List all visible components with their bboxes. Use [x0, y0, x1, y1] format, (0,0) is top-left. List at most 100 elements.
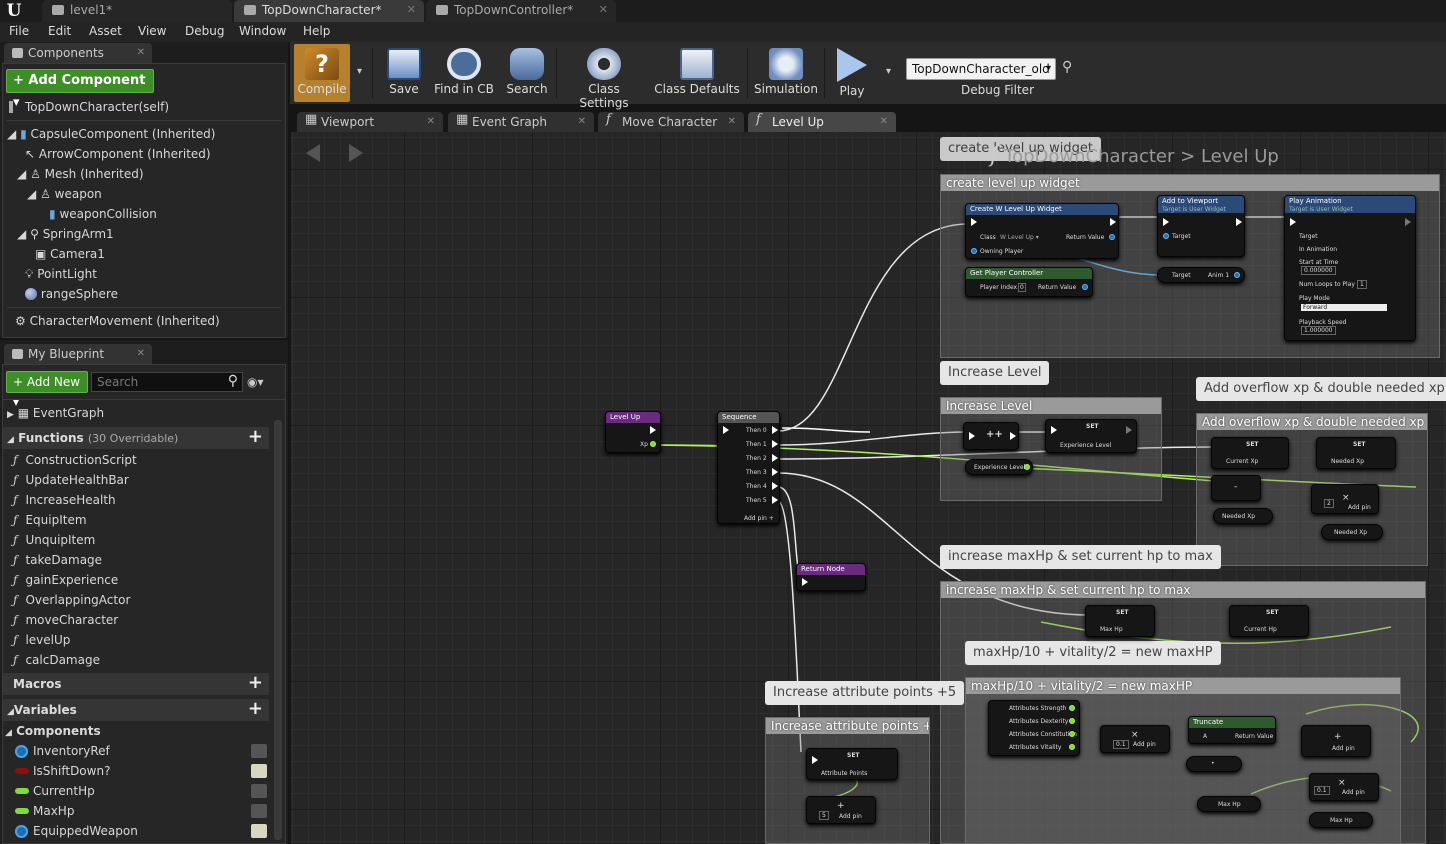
node-multiply-small[interactable]: • — [1186, 756, 1242, 772]
node-get-max-hp-2[interactable]: Max Hp — [1309, 812, 1373, 828]
functions-section[interactable]: ◢ Functions (30 Overridable) + — [3, 427, 269, 449]
simulation-button[interactable]: Simulation — [754, 44, 818, 102]
data-pin[interactable] — [1069, 731, 1075, 737]
add-function-plus-icon[interactable]: + — [248, 427, 263, 447]
find-in-cb-button[interactable]: Find in CB — [432, 44, 496, 102]
debug-search-icon[interactable]: ⚲ — [1062, 59, 1072, 75]
exec-in-pin[interactable] — [812, 756, 818, 764]
scrollbar[interactable] — [274, 420, 282, 840]
function-item[interactable]: ƒ OverlappingActor — [13, 591, 130, 609]
menu-window[interactable]: Window — [239, 24, 286, 38]
close-icon[interactable]: ✕ — [578, 112, 586, 132]
tab-my-blueprint[interactable]: My Blueprint ✕ — [4, 344, 152, 364]
variable-item[interactable]: IsShiftDown? — [33, 762, 110, 780]
exec-out-pin[interactable] — [1126, 426, 1132, 434]
variable-item[interactable]: EquippedWeapon — [33, 822, 138, 840]
node-subtract[interactable]: - — [1211, 475, 1261, 501]
tree-item-rangesphere[interactable]: rangeSphere — [25, 285, 118, 303]
class-settings-button[interactable]: Class Settings — [562, 44, 646, 110]
node-attributes[interactable]: Attributes Strength Attributes Dexterity A… — [988, 700, 1080, 756]
close-icon[interactable]: ✕ — [880, 112, 888, 132]
node-get-max-hp[interactable]: Max Hp — [1197, 796, 1261, 812]
tab-level-up[interactable]: f Level Up ✕ — [748, 112, 896, 132]
close-icon[interactable]: ✕ — [728, 112, 736, 132]
play-dropdown-icon[interactable]: ▾ — [886, 66, 891, 77]
graph-canvas[interactable]: create level up widget create level up w… — [291, 132, 1446, 844]
tree-item-arrow[interactable]: ↖ ArrowComponent (Inherited) — [25, 145, 211, 163]
function-item[interactable]: ƒ moveCharacter — [13, 611, 118, 629]
node-create-widget[interactable]: Create W Level Up Widget Class W Level U… — [965, 203, 1119, 259]
doc-tab-topdowncontroller[interactable]: TopDownController* ✕ — [426, 0, 616, 22]
visibility-eye-icon[interactable]: ◉▾ — [247, 375, 264, 389]
add-pin-label[interactable]: Add pin — [1133, 741, 1156, 748]
node-set-max-hp[interactable]: SET Max Hp — [1085, 605, 1155, 637]
add-pin-label[interactable]: Add pin — [1342, 789, 1365, 796]
node-truncate[interactable]: Truncate A Return Value — [1188, 716, 1276, 744]
exec-out-pin[interactable] — [1010, 432, 1016, 440]
object-pin[interactable] — [971, 248, 977, 254]
menu-view[interactable]: View — [138, 24, 166, 38]
tree-item-mesh[interactable]: ◢ ♙ Mesh (Inherited) — [17, 165, 144, 183]
add-pin-label[interactable]: Add pin + — [744, 515, 774, 522]
exec-in-pin[interactable] — [1051, 426, 1057, 434]
save-button[interactable]: Save — [380, 44, 428, 102]
compile-button[interactable]: ? Compile — [294, 44, 350, 102]
node-level-up-entry[interactable]: Level Up Xp — [605, 411, 661, 453]
breadcrumb-root[interactable]: TopDownCharacter — [1004, 146, 1174, 167]
function-item[interactable]: ƒ takeDamage — [13, 551, 102, 569]
exec-in-pin[interactable] — [802, 578, 808, 586]
comment-bubble-overflow[interactable]: Add overflow xp & double needed xp — [1196, 377, 1446, 401]
node-get-player-controller[interactable]: Get Player Controller Player Index 0 Ret… — [965, 267, 1093, 297]
exec-in-pin[interactable] — [1163, 218, 1169, 226]
components-category[interactable]: ◢ Components — [5, 722, 101, 742]
comment-bubble-maxhp[interactable]: increase maxHp & set current hp to max — [940, 545, 1221, 569]
tree-item-weapon[interactable]: ◢ ♙ weapon — [27, 185, 102, 203]
add-pin-label[interactable]: Add pin — [1332, 745, 1355, 752]
add-value-field[interactable]: 5 — [819, 811, 829, 820]
add-component-button[interactable]: + Add Component ▾ — [6, 69, 154, 110]
function-item[interactable]: ƒ UnquipItem — [13, 531, 95, 549]
exec-out-pin[interactable] — [650, 426, 656, 434]
exec-in-pin[interactable] — [969, 432, 975, 440]
close-icon[interactable]: ✕ — [137, 43, 145, 63]
exec-out-pin[interactable] — [772, 482, 778, 490]
visibility-eye-icon[interactable] — [251, 764, 267, 778]
close-icon[interactable]: ✕ — [137, 344, 145, 364]
node-set-experience-level[interactable]: SET Experience Level — [1045, 419, 1137, 453]
comment-bubble-attribute-points[interactable]: Increase attribute points +5 — [765, 681, 965, 705]
tab-event-graph[interactable]: ▦ Event Graph ✕ — [448, 112, 594, 132]
object-pin[interactable] — [1082, 284, 1088, 290]
menu-file[interactable]: File — [9, 24, 29, 38]
search-button[interactable]: Search — [504, 44, 550, 102]
function-item[interactable]: ƒ gainExperience — [13, 571, 118, 589]
visibility-eye-icon[interactable] — [251, 744, 267, 758]
node-add[interactable]: + Add pin — [1301, 725, 1371, 757]
node-anim-getter[interactable]: Target Anim 1 — [1157, 267, 1245, 283]
add-variable-plus-icon[interactable]: + — [248, 699, 263, 719]
variable-item[interactable]: InventoryRef — [33, 742, 110, 760]
exec-out-pin[interactable] — [1236, 218, 1242, 226]
object-pin[interactable] — [1109, 234, 1115, 240]
exec-in-pin[interactable] — [971, 218, 977, 226]
node-get-needed-xp[interactable]: Needed Xp — [1213, 508, 1273, 524]
node-multiply-point-one-2[interactable]: 0.1 × Add pin — [1309, 773, 1379, 801]
doc-tab-level1[interactable]: level1* — [42, 0, 232, 22]
tree-item-charmovement[interactable]: ⚙ CharacterMovement (Inherited) — [15, 312, 220, 330]
compile-dropdown-icon[interactable]: ▾ — [357, 66, 362, 77]
multiplier-field[interactable]: 2 — [1324, 499, 1334, 508]
node-return[interactable]: Return Node — [796, 563, 866, 591]
exec-out-pin[interactable] — [772, 426, 778, 434]
tab-components[interactable]: Components ✕ — [4, 43, 152, 63]
comment-bubble-increase-level[interactable]: Increase Level — [940, 361, 1050, 385]
tree-item-pointlight[interactable]: 💡︎ PointLight — [25, 265, 97, 283]
node-get-needed-xp-2[interactable]: Needed Xp — [1321, 524, 1383, 540]
data-pin[interactable] — [1069, 705, 1075, 711]
node-increment[interactable]: ++ — [963, 422, 1019, 450]
node-get-experience-level[interactable]: Experience Level — [965, 459, 1033, 475]
search-input[interactable]: Search ⚲ — [91, 372, 243, 392]
function-item[interactable]: ƒ UpdateHealthBar — [13, 471, 129, 489]
data-pin[interactable] — [1069, 718, 1075, 724]
object-pin[interactable] — [1163, 233, 1169, 239]
play-button[interactable]: Play — [830, 44, 874, 102]
macros-section[interactable]: Macros + — [3, 673, 269, 695]
